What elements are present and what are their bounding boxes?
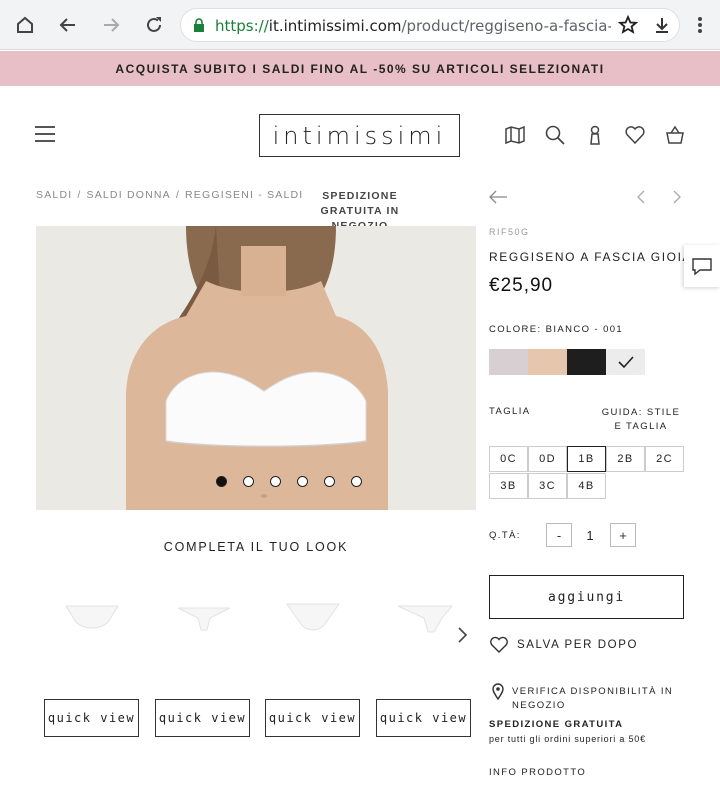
heart-icon [490,636,508,653]
breadcrumb-separator: / [77,189,82,201]
color-swatch[interactable] [606,349,645,375]
size-option[interactable]: 3B [489,473,528,499]
breadcrumb-item[interactable]: SALDI DONNA [86,189,170,201]
size-option-selected[interactable]: 1B [567,446,606,472]
quantity-decrease-button[interactable]: - [546,523,572,547]
checkmark-icon [617,356,634,369]
free-shipping-title: SPEDIZIONE GRATUITA [489,719,624,730]
account-icon[interactable] [584,124,606,146]
chevron-right-icon[interactable] [456,626,468,644]
next-product-icon[interactable] [672,189,682,205]
color-swatch[interactable] [567,349,606,375]
size-label: TAGLIA [489,406,531,417]
more-menu-icon[interactable] [688,13,712,37]
check-store-availability-link[interactable]: VERIFICA DISPONIBILITÀ IN NEGOZIO [512,685,682,713]
menu-icon[interactable] [35,126,55,142]
complete-look-title: COMPLETA IL TUO LOOK [163,540,349,554]
gallery-dot[interactable] [351,476,362,487]
search-icon[interactable] [544,124,566,146]
forward-icon[interactable] [99,13,123,37]
back-icon[interactable] [56,13,80,37]
breadcrumb: SALDI / SALDI DONNA / REGGISENI - SALDI [36,189,303,201]
quick-view-button[interactable]: quick view [44,699,139,737]
shopping-bag-icon[interactable] [664,124,686,146]
quantity-value[interactable]: 1 [580,528,600,543]
promo-banner[interactable]: ACQUISTA SUBITO I SALDI FINO AL -50% SU … [0,51,720,86]
size-option[interactable]: 2B [606,446,645,472]
free-shipping-description: per tutti gli ordini superiori a 50€ [489,734,646,744]
size-guide-link[interactable]: GUIDA: STILE E TAGLIA [596,406,686,434]
address-bar[interactable]: https://it.intimissimi.com/product/reggi… [180,8,680,42]
quick-view-button[interactable]: quick view [155,699,250,737]
size-option[interactable]: 0D [528,446,567,472]
lock-icon [193,18,205,38]
save-for-later-link[interactable]: SALVA PER DOPO [489,636,638,654]
add-to-cart-button[interactable]: aggiungi [489,575,684,619]
logo-text: intimissimi [272,121,447,150]
breadcrumb-separator: / [175,189,180,201]
product-sku: RIF50G [489,227,530,237]
product-price: €25,90 [489,275,554,296]
look-product-thumbnail[interactable] [283,598,343,638]
reload-icon[interactable] [142,13,166,37]
url-path: /product/reggiseno-a-fascia-gioia/16 [401,17,611,35]
color-swatches [489,349,645,375]
look-product-thumbnail[interactable] [174,598,234,638]
download-icon[interactable] [653,16,671,39]
save-for-later-label: SALVA PER DOPO [517,639,639,651]
color-label: COLORE: BIANCO - 001 [489,324,624,335]
gallery-dot[interactable] [216,476,227,487]
look-product-thumbnail[interactable] [394,598,454,638]
size-option[interactable]: 3C [528,473,567,499]
size-option[interactable]: 0C [489,446,528,472]
logo[interactable]: intimissimi [259,114,460,157]
color-swatch[interactable] [528,349,567,375]
location-pin-icon [492,683,504,700]
gallery-dot[interactable] [324,476,335,487]
chat-icon [692,258,712,276]
product-name: REGGISENO A FASCIA GIOIA [489,250,693,264]
breadcrumb-item[interactable]: REGGISENI - SALDI [185,189,303,201]
gallery-dot[interactable] [297,476,308,487]
home-icon[interactable] [13,13,37,37]
url-host: it.intimissimi.com [268,17,402,35]
look-product-thumbnail[interactable] [62,598,122,638]
model-photo [36,226,476,510]
gallery-dot[interactable] [243,476,254,487]
quick-view-button[interactable]: quick view [265,699,360,737]
product-info-toggle[interactable]: INFO PRODOTTO [489,767,586,778]
quick-view-button[interactable]: quick view [376,699,471,737]
browser-toolbar: https://it.intimissimi.com/product/reggi… [0,0,720,50]
back-arrow-icon[interactable] [488,189,508,205]
color-swatch[interactable] [489,349,528,375]
gallery-dots [216,476,362,487]
size-option[interactable]: 2C [645,446,684,472]
url-text: https://it.intimissimi.com/product/reggi… [215,17,611,35]
wishlist-icon[interactable] [624,124,646,146]
promo-text: ACQUISTA SUBITO I SALDI FINO AL -50% SU … [115,61,605,76]
quantity-increase-button[interactable]: + [610,523,636,547]
quantity-label: Q.TÀ: [489,530,521,541]
size-option[interactable]: 4B [567,473,606,499]
breadcrumb-item[interactable]: SALDI [36,189,72,201]
star-icon[interactable] [617,14,639,40]
previous-product-icon[interactable] [636,189,646,205]
store-map-icon[interactable] [504,124,526,146]
product-image[interactable] [36,226,476,510]
url-scheme: https:// [215,17,269,35]
gallery-dot[interactable] [270,476,281,487]
chat-button[interactable] [684,245,720,287]
